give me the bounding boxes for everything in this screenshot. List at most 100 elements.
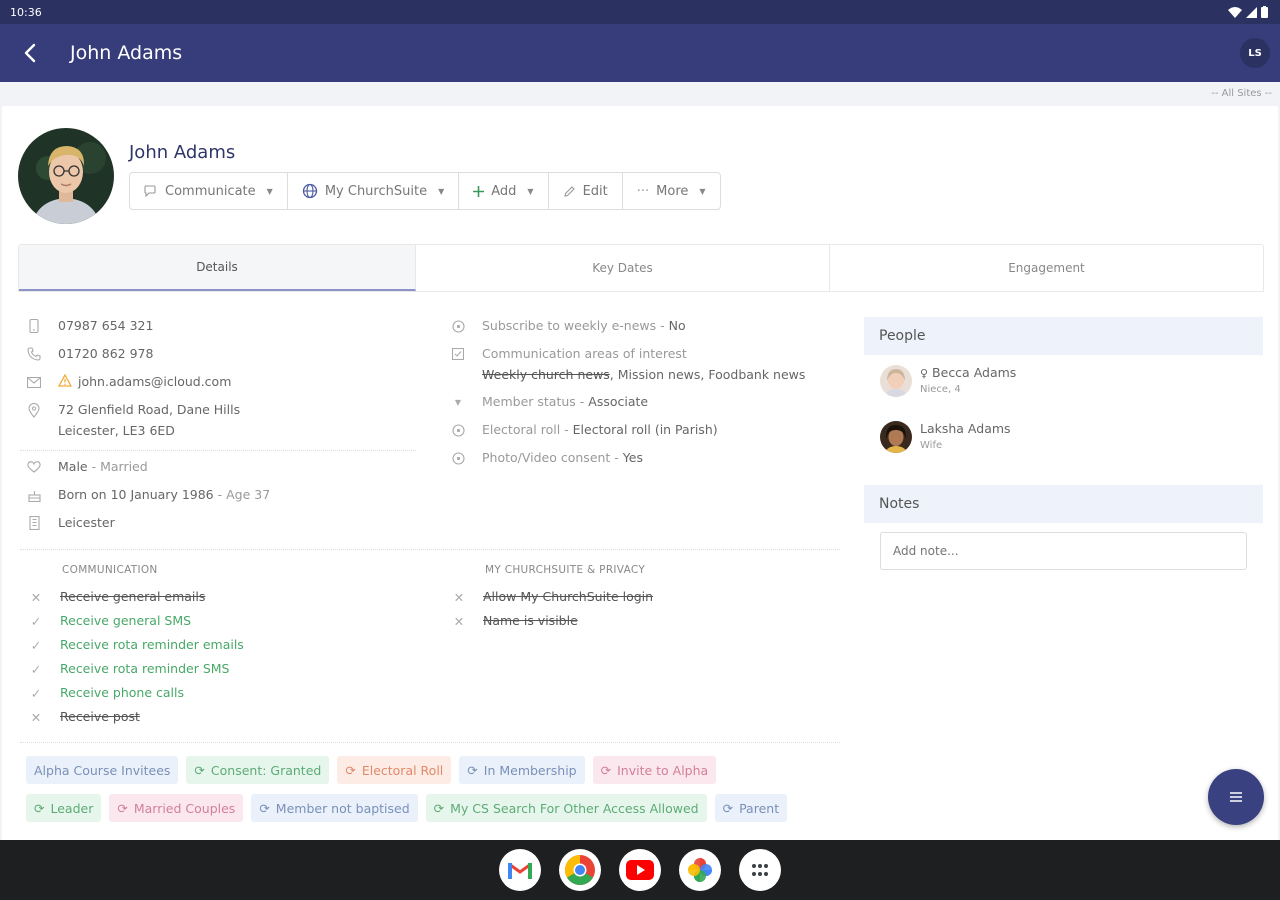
comm-item-label: Receive general emails (60, 589, 206, 604)
electoral-roll-row: Electoral roll - Electoral roll (in Pari… (450, 422, 718, 438)
user-avatar-button[interactable]: LS (1240, 38, 1270, 68)
weekly-news-value: No (668, 318, 686, 333)
privacy-item-label: Allow My ChurchSuite login (483, 589, 654, 604)
add-note-input[interactable] (880, 532, 1247, 570)
edit-button[interactable]: Edit (549, 173, 623, 209)
comm-item: ✕ Receive post (28, 709, 140, 725)
tag-label: Consent: Granted (210, 762, 322, 778)
gmail-icon (508, 862, 532, 879)
email-address[interactable]: john.adams@icloud.com (78, 374, 231, 389)
address-line2[interactable]: Leicester, LE3 6ED (58, 423, 240, 438)
member-status-row: ▼ Member status - Associate (450, 394, 648, 410)
ellipsis-icon: ··· (636, 183, 650, 199)
location-pin-icon (26, 402, 42, 418)
comm-item: ✓ Receive rota reminder emails (28, 637, 244, 653)
tag-label: Invite to Alpha (617, 762, 709, 778)
comm-item-label: Receive phone calls (60, 685, 184, 700)
privacy-heading: MY CHURCHSUITE & PRIVACY (485, 564, 646, 576)
tag-list: Alpha Course Invitees ⟳ Consent: Granted … (26, 756, 717, 784)
photos-icon (688, 858, 712, 882)
tag[interactable]: Alpha Course Invitees (26, 756, 179, 784)
phone-row: 01720 862 978 (26, 346, 153, 362)
edit-label: Edit (582, 183, 608, 199)
tag[interactable]: ⟳ In Membership (459, 756, 585, 784)
signal-icon (1246, 6, 1257, 18)
electoral-roll-value: Electoral roll (in Parish) (572, 422, 718, 437)
photos-app[interactable] (679, 849, 721, 891)
site-selector[interactable]: -- All Sites -- (1211, 88, 1272, 99)
tag[interactable]: ⟳ Electoral Roll (337, 756, 452, 784)
tag[interactable]: ⟳ Parent (714, 794, 788, 822)
tag[interactable]: ⟳ Leader (26, 794, 102, 822)
check-icon: ✓ (30, 613, 42, 629)
plus-icon (473, 185, 485, 197)
tag[interactable]: ⟳ Consent: Granted (186, 756, 330, 784)
interests-row: Communication areas of interest Weekly c… (450, 346, 805, 382)
interests-list: , Mission news, Foodbank news (609, 367, 806, 382)
tab-details[interactable]: Details (19, 245, 416, 291)
tag[interactable]: ⟳ My CS Search For Other Access Allowed (425, 794, 707, 822)
address-line1[interactable]: 72 Glenfield Road, Dane Hills (58, 402, 240, 417)
comm-item-label: Receive rota reminder SMS (60, 661, 230, 676)
person-link-laksha[interactable]: Laksha Adams Wife (880, 421, 1011, 453)
site-selector-strip: -- All Sites -- (0, 82, 1280, 106)
sync-icon: ⟳ (467, 762, 478, 778)
profile-card: John Adams Communicate ▼ My ChurchSuite … (2, 106, 1278, 840)
chrome-app[interactable] (559, 849, 601, 891)
cross-icon: ✕ (30, 589, 42, 605)
tag[interactable]: ⟳ Married Couples (109, 794, 244, 822)
sync-icon: ⟳ (259, 800, 270, 816)
person-icon: ♀ (920, 367, 929, 380)
mobile-number[interactable]: 07987 654 321 (58, 318, 153, 333)
divider (20, 549, 840, 550)
communicate-button[interactable]: Communicate ▼ (130, 173, 288, 209)
circle-dot-icon (450, 422, 466, 438)
chevron-down-icon: ▼ (527, 186, 534, 196)
member-status-value: Associate (588, 394, 649, 409)
check-icon: ✓ (30, 685, 42, 701)
battery-icon (1261, 6, 1268, 18)
youtube-app[interactable] (619, 849, 661, 891)
app-bar: John Adams LS (0, 24, 1280, 82)
building-icon (26, 515, 42, 531)
pencil-icon (563, 185, 575, 197)
address-row: 72 Glenfield Road, Dane Hills Leicester,… (26, 402, 240, 438)
phone-number[interactable]: 01720 862 978 (58, 346, 153, 361)
gender-row: Male - Married (26, 459, 148, 475)
sync-icon: ⟳ (34, 800, 45, 816)
marital-status: Married (100, 459, 148, 474)
status-bar: 10:36 (0, 0, 1280, 24)
my-churchsuite-button[interactable]: My ChurchSuite ▼ (288, 173, 460, 209)
app-drawer-button[interactable] (739, 849, 781, 891)
menu-icon (1230, 792, 1242, 802)
weekly-news-row: Subscribe to weekly e-news - No (450, 318, 686, 334)
back-arrow-icon (24, 43, 36, 63)
tag-label: Member not baptised (275, 800, 410, 816)
tab-engagement[interactable]: Engagement (830, 245, 1263, 291)
tag[interactable]: ⟳ Member not baptised (251, 794, 418, 822)
back-button[interactable] (0, 24, 60, 82)
person-relation: Niece, 4 (920, 384, 961, 395)
chevron-down-icon: ▼ (699, 186, 706, 196)
more-label: More (656, 183, 689, 199)
checklist-icon (450, 346, 466, 362)
circle-dot-icon (450, 450, 466, 466)
interests-label: Communication areas of interest (482, 346, 687, 361)
gmail-app[interactable] (499, 849, 541, 891)
add-button[interactable]: Add ▼ (459, 173, 549, 209)
tag-list: ⟳ Leader ⟳ Married Couples ⟳ Member not bap… (26, 794, 788, 822)
warning-icon (58, 374, 72, 387)
envelope-icon (26, 374, 42, 390)
action-toolbar: Communicate ▼ My ChurchSuite ▼ Add ▼ Edi… (129, 172, 721, 210)
cross-icon: ✕ (30, 709, 42, 725)
privacy-item-label: Name is visible (483, 613, 578, 628)
person-link-becca[interactable]: ♀ Becca Adams Niece, 4 (880, 365, 1016, 397)
more-button[interactable]: ··· More ▼ (623, 173, 720, 209)
tag-label: Married Couples (133, 800, 236, 816)
sync-icon: ⟳ (345, 762, 356, 778)
tab-key-dates[interactable]: Key Dates (416, 245, 830, 291)
menu-fab-button[interactable] (1208, 769, 1264, 825)
people-heading: People (864, 317, 1263, 355)
interest-weekly-news: Weekly church news (482, 367, 610, 382)
tag[interactable]: ⟳ Invite to Alpha (592, 756, 717, 784)
